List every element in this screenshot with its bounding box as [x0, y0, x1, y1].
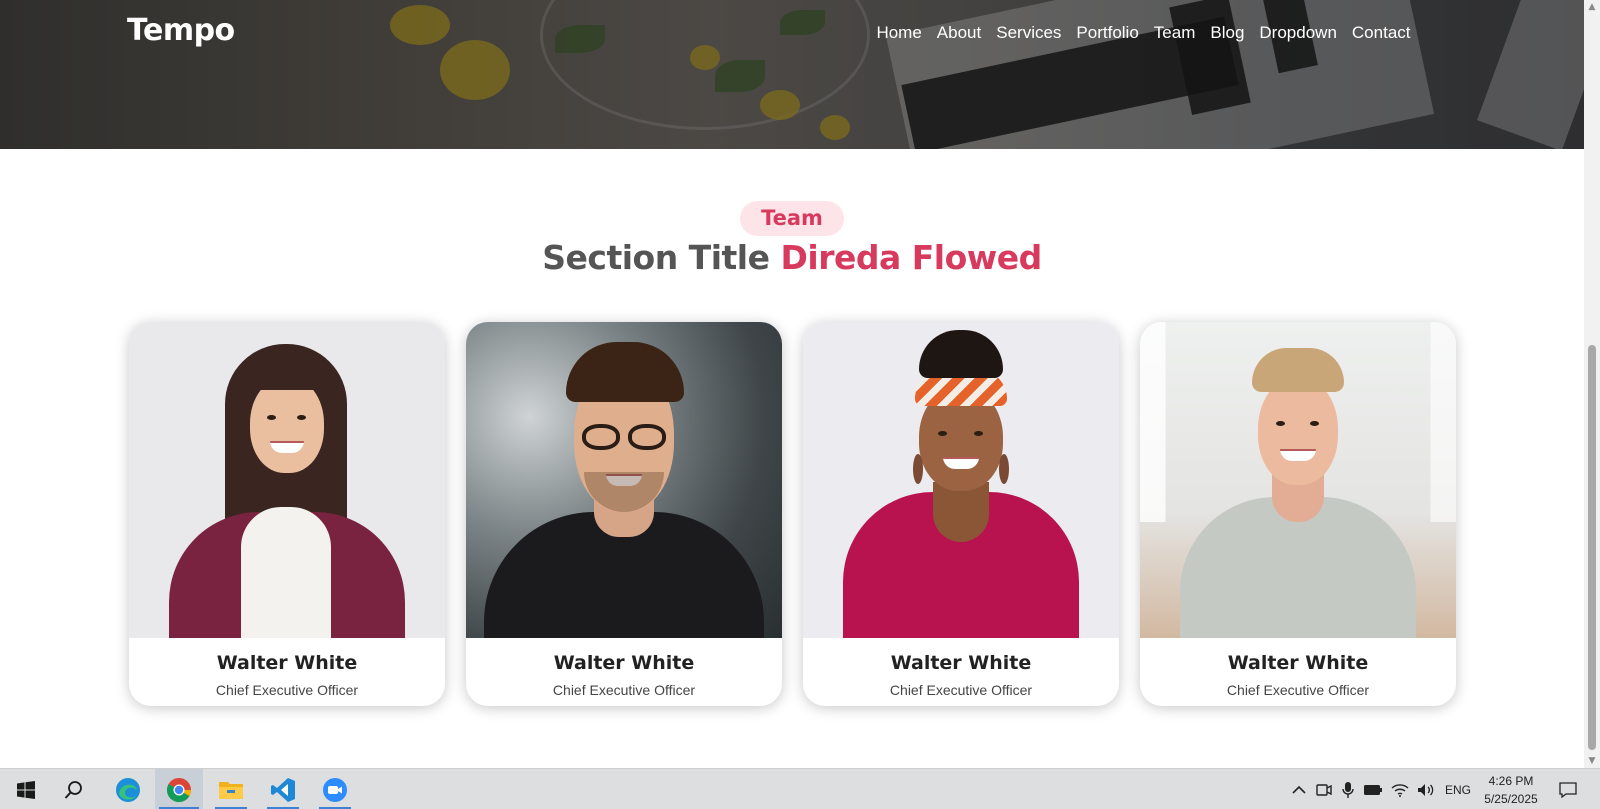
- tray-wifi-icon[interactable]: [1388, 769, 1412, 809]
- section-badge: Team: [740, 201, 844, 236]
- site-logo[interactable]: Tempo: [127, 13, 235, 48]
- section-title-main: Section Title: [542, 238, 770, 277]
- team-grid: Walter White Chief Executive Officer Wal…: [129, 322, 1456, 706]
- nav-about[interactable]: About: [929, 22, 988, 44]
- team-member-role: Chief Executive Officer: [1226, 682, 1370, 698]
- photo-hair: [566, 342, 684, 402]
- windows-taskbar: ENG 4:26 PM 5/25/2025: [0, 768, 1600, 809]
- team-member-card[interactable]: Walter White Chief Executive Officer: [1140, 322, 1456, 706]
- photo-hair-front: [239, 350, 335, 390]
- start-button[interactable]: [2, 769, 50, 809]
- search-button[interactable]: [50, 769, 98, 809]
- team-member-name: Walter White: [553, 652, 695, 674]
- team-member-card[interactable]: Walter White Chief Executive Officer: [129, 322, 445, 706]
- nav-home[interactable]: Home: [869, 22, 929, 44]
- photo-earring: [999, 454, 1009, 484]
- search-icon: [64, 780, 82, 799]
- tray-clock[interactable]: 4:26 PM 5/25/2025: [1468, 772, 1554, 808]
- nav-team[interactable]: Team: [1146, 22, 1203, 44]
- taskbar-edge[interactable]: [104, 769, 152, 809]
- nav-dropdown[interactable]: Dropdown: [1252, 22, 1345, 44]
- main-nav: Home About Services Portfolio Team Blog …: [869, 22, 1418, 44]
- photo-neck: [933, 482, 989, 542]
- page-scrollbar[interactable]: ▲ ▼: [1584, 0, 1600, 768]
- team-member-info: Walter White Chief Executive Officer: [466, 638, 782, 706]
- start-icon: [17, 780, 35, 799]
- tray-battery-icon[interactable]: [1361, 769, 1385, 809]
- zoom-icon: [323, 777, 347, 802]
- team-member-info: Walter White Chief Executive Officer: [1140, 638, 1456, 706]
- edge-icon: [116, 777, 140, 802]
- chrome-icon: [167, 777, 191, 802]
- nav-contact[interactable]: Contact: [1344, 22, 1418, 44]
- photo-hair: [919, 330, 1003, 378]
- photo-hair: [1252, 348, 1344, 392]
- nav-portfolio[interactable]: Portfolio: [1069, 22, 1146, 44]
- section-title-accent: Direda Flowed: [780, 238, 1042, 277]
- team-member-role: Chief Executive Officer: [889, 682, 1033, 698]
- scroll-up-arrow-icon[interactable]: ▲: [1584, 0, 1600, 14]
- photo-earring: [913, 454, 923, 484]
- clock-date: 5/25/2025: [1484, 792, 1538, 806]
- photo-face: [250, 377, 324, 473]
- file-explorer-icon: [219, 781, 243, 799]
- nav-services[interactable]: Services: [989, 22, 1069, 44]
- tray-microphone-icon[interactable]: [1337, 769, 1359, 809]
- taskbar-file-explorer[interactable]: [207, 769, 255, 809]
- photo-shirt: [241, 507, 331, 638]
- notification-center-icon[interactable]: [1553, 769, 1583, 809]
- tray-overflow-chevron-up-icon[interactable]: [1288, 769, 1310, 809]
- vscode-icon: [271, 777, 295, 802]
- tray-volume-icon[interactable]: [1414, 769, 1438, 809]
- team-member-name: Walter White: [216, 652, 358, 674]
- team-member-role: Chief Executive Officer: [215, 682, 359, 698]
- taskbar-zoom[interactable]: [311, 769, 359, 809]
- nav-blog[interactable]: Blog: [1203, 22, 1252, 44]
- scroll-down-arrow-icon[interactable]: ▼: [1584, 754, 1600, 768]
- tray-meet-now-icon[interactable]: [1313, 769, 1335, 809]
- team-member-photo: [1140, 322, 1456, 638]
- section-title: Section Title Direda Flowed: [0, 236, 1584, 280]
- team-member-info: Walter White Chief Executive Officer: [803, 638, 1119, 706]
- hero-header: Tempo Home About Services Portfolio Team…: [0, 0, 1584, 149]
- team-member-photo: [803, 322, 1119, 638]
- team-member-info: Walter White Chief Executive Officer: [129, 638, 445, 706]
- photo-face: [1258, 377, 1338, 485]
- team-member-role: Chief Executive Officer: [552, 682, 696, 698]
- taskbar-chrome[interactable]: [155, 769, 203, 809]
- team-member-card[interactable]: Walter White Chief Executive Officer: [466, 322, 782, 706]
- team-member-name: Walter White: [1227, 652, 1369, 674]
- clock-time: 4:26 PM: [1488, 774, 1534, 788]
- scroll-thumb[interactable]: [1588, 345, 1596, 750]
- team-member-card[interactable]: Walter White Chief Executive Officer: [803, 322, 1119, 706]
- team-member-photo: [129, 322, 445, 638]
- team-member-name: Walter White: [890, 652, 1032, 674]
- taskbar-vscode[interactable]: [259, 769, 307, 809]
- team-member-photo: [466, 322, 782, 638]
